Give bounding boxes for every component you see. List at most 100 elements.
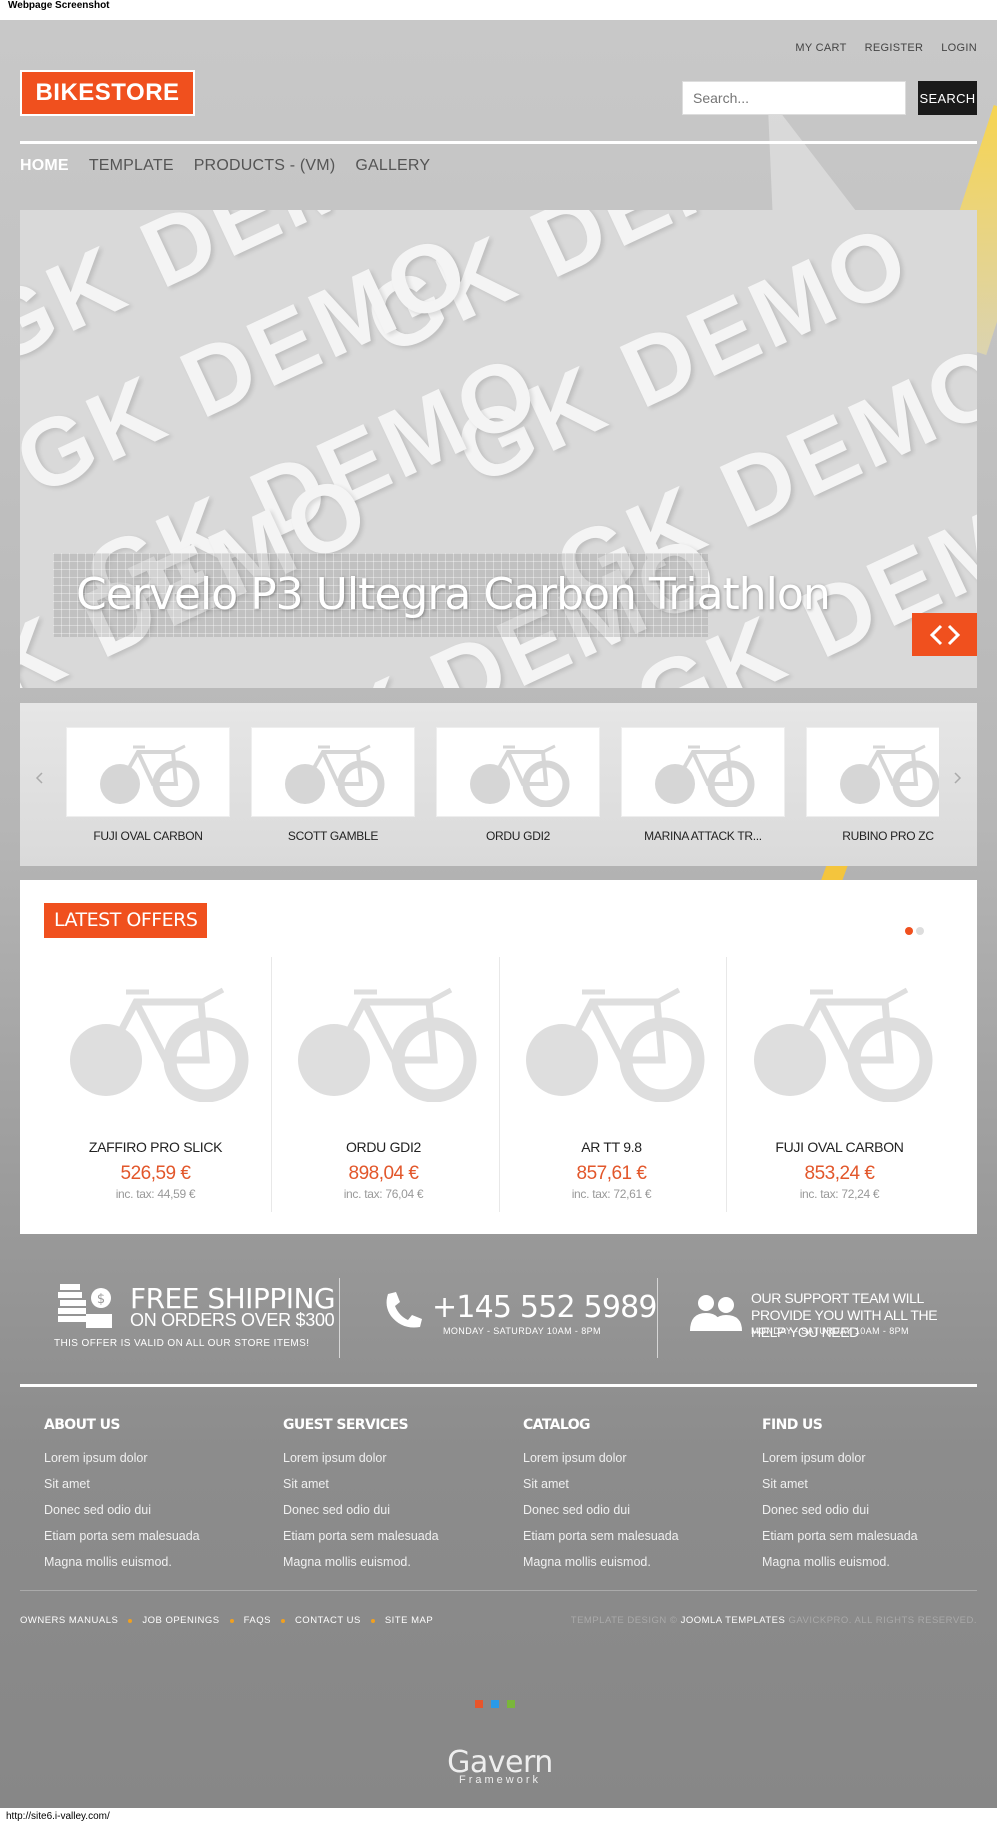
nav-template[interactable]: TEMPLATE bbox=[89, 157, 174, 175]
footer-divider bbox=[20, 1384, 977, 1387]
slide-caption: Cervelo P3 Ultegra Carbon Triathlon bbox=[76, 569, 831, 620]
footer-link[interactable]: Sit amet bbox=[283, 1477, 503, 1493]
nav-products[interactable]: PRODUCTS - (VM) bbox=[194, 157, 336, 175]
bike-icon bbox=[655, 744, 755, 807]
footer-link[interactable]: Etiam porta sem malesuada bbox=[762, 1529, 982, 1545]
footer-link[interactable]: Etiam porta sem malesuada bbox=[523, 1529, 743, 1545]
footer-link[interactable]: Sit amet bbox=[44, 1477, 264, 1493]
style-swatch-blue[interactable] bbox=[491, 1700, 499, 1708]
contact-us-link[interactable]: CONTACT US bbox=[295, 1615, 361, 1626]
product-price: 898,04 € bbox=[348, 1163, 419, 1184]
carousel-next-button[interactable] bbox=[947, 768, 967, 788]
footer-column-about: ABOUT US Lorem ipsum dolor Sit amet Done… bbox=[44, 1417, 264, 1581]
footer-link[interactable]: Donec sed odio dui bbox=[44, 1503, 264, 1519]
copyright-suffix: GAVICKPRO. ALL RIGHTS RESERVED. bbox=[788, 1615, 977, 1626]
pagination-dot[interactable] bbox=[905, 927, 913, 935]
carousel-item[interactable]: FUJI OVAL CARBON bbox=[66, 727, 230, 843]
product-name[interactable]: ORDU GDI2 bbox=[270, 1139, 497, 1155]
product-price: 853,24 € bbox=[804, 1163, 875, 1184]
carousel-item[interactable]: RUBINO PRO ZC bbox=[806, 727, 939, 843]
product-card[interactable]: AR TT 9.8 857,61 € inc. tax: 72,61 € bbox=[498, 957, 725, 1212]
nav-home[interactable]: HOME bbox=[20, 157, 69, 175]
footer-link[interactable]: Lorem ipsum dolor bbox=[44, 1451, 264, 1467]
search-button[interactable]: SEARCH bbox=[918, 81, 977, 115]
product-card[interactable]: ORDU GDI2 898,04 € inc. tax: 76,04 € bbox=[270, 957, 497, 1212]
copyright: TEMPLATE DESIGN © JOOMLA TEMPLATES GAVIC… bbox=[571, 1615, 977, 1626]
footer-link[interactable]: Etiam porta sem malesuada bbox=[44, 1529, 264, 1545]
chevron-left-icon bbox=[35, 772, 43, 784]
divider bbox=[339, 1278, 340, 1358]
bullet bbox=[280, 1618, 285, 1623]
product-name[interactable]: AR TT 9.8 bbox=[498, 1139, 725, 1155]
info-bar: $ FREE SHIPPING ON ORDERS OVER $300 THIS… bbox=[20, 1260, 977, 1360]
product-carousel: FUJI OVAL CARBON SCOTT GAMBLE ORDU GDI2 … bbox=[20, 703, 977, 866]
support-team-icon bbox=[690, 1295, 742, 1331]
bike-icon bbox=[69, 987, 248, 1102]
carousel-item[interactable]: ORDU GDI2 bbox=[436, 727, 600, 843]
footer-link[interactable]: Donec sed odio dui bbox=[283, 1503, 503, 1519]
footer-link[interactable]: Donec sed odio dui bbox=[762, 1503, 982, 1519]
product-thumbnail bbox=[621, 727, 785, 817]
carousel-item[interactable]: SCOTT GAMBLE bbox=[251, 727, 415, 843]
carousel-track: FUJI OVAL CARBON SCOTT GAMBLE ORDU GDI2 … bbox=[66, 727, 939, 852]
product-thumbnail bbox=[806, 727, 939, 817]
framework-logo[interactable]: Gavern Framework bbox=[430, 1745, 570, 1786]
product-card[interactable]: ZAFFIRO PRO SLICK 526,59 € inc. tax: 44,… bbox=[42, 957, 269, 1212]
carousel-item[interactable]: MARINA ATTACK TR... bbox=[621, 727, 785, 843]
footer-link[interactable]: Donec sed odio dui bbox=[523, 1503, 743, 1519]
faqs-link[interactable]: FAQS bbox=[244, 1615, 271, 1626]
footer-link[interactable]: Lorem ipsum dolor bbox=[762, 1451, 982, 1467]
product-image bbox=[498, 957, 725, 1117]
logo-text: BIKESTORE bbox=[35, 79, 180, 106]
top-links: MY CART REGISTER LOGIN bbox=[795, 42, 977, 54]
product-name[interactable]: FUJI OVAL CARBON bbox=[726, 1139, 953, 1155]
hero-slider[interactable]: GK DEMO GK DEMO GK DEMO GK DEMO GK DEMO … bbox=[20, 210, 977, 688]
bike-icon bbox=[525, 987, 704, 1102]
free-shipping-note: THIS OFFER IS VALID ON ALL OUR STORE ITE… bbox=[54, 1338, 310, 1349]
footer-link[interactable]: Etiam porta sem malesuada bbox=[283, 1529, 503, 1545]
slider-nav-button[interactable] bbox=[912, 613, 977, 656]
owners-manuals-link[interactable]: OWNERS MANUALS bbox=[20, 1615, 118, 1626]
joomla-templates-link[interactable]: JOOMLA TEMPLATES bbox=[681, 1615, 786, 1626]
footer-link[interactable]: Lorem ipsum dolor bbox=[523, 1451, 743, 1467]
style-swatch-red[interactable] bbox=[475, 1700, 483, 1708]
product-name[interactable]: ZAFFIRO PRO SLICK bbox=[42, 1139, 269, 1155]
job-openings-link[interactable]: JOB OPENINGS bbox=[142, 1615, 219, 1626]
footer-column-title: CATALOG bbox=[523, 1417, 591, 1433]
footer-link[interactable]: Sit amet bbox=[523, 1477, 743, 1493]
page-url: http://site6.i-valley.com/ bbox=[0, 1808, 997, 1825]
register-link[interactable]: REGISTER bbox=[865, 42, 924, 54]
footer-link[interactable]: Magna mollis euismod. bbox=[283, 1555, 503, 1571]
footer-link[interactable]: Magna mollis euismod. bbox=[762, 1555, 982, 1571]
search-input[interactable] bbox=[682, 81, 906, 115]
style-swatch-green[interactable] bbox=[507, 1700, 515, 1708]
latest-offers: LATEST OFFERS ZAFFIRO PRO SLICK 526,59 €… bbox=[20, 880, 977, 1234]
support-hours: MONDAY - SATURDAY 10AM - 8PM bbox=[751, 1326, 909, 1336]
footer-column-catalog: CATALOG Lorem ipsum dolor Sit amet Donec… bbox=[523, 1417, 743, 1581]
site-logo[interactable]: BIKESTORE bbox=[20, 70, 195, 116]
free-shipping-subtitle: ON ORDERS OVER $300 bbox=[130, 1310, 335, 1330]
product-card[interactable]: FUJI OVAL CARBON 853,24 € inc. tax: 72,2… bbox=[726, 957, 953, 1212]
my-cart-link[interactable]: MY CART bbox=[795, 42, 846, 54]
phone-number[interactable]: +145 552 5989 bbox=[432, 1290, 657, 1325]
carousel-item-label: RUBINO PRO ZC bbox=[842, 829, 934, 843]
product-image bbox=[726, 957, 953, 1117]
section-title: LATEST OFFERS bbox=[44, 903, 208, 938]
product-tax: inc. tax: 44,59 € bbox=[115, 1187, 196, 1201]
footer-column-find-us: FIND US Lorem ipsum dolor Sit amet Donec… bbox=[762, 1417, 982, 1581]
footer-link[interactable]: Magna mollis euismod. bbox=[523, 1555, 743, 1571]
site-map-link[interactable]: SITE MAP bbox=[385, 1615, 433, 1626]
pagination-dot[interactable] bbox=[916, 927, 924, 935]
footer-link[interactable]: Lorem ipsum dolor bbox=[283, 1451, 503, 1467]
login-link[interactable]: LOGIN bbox=[941, 42, 977, 54]
product-tax: inc. tax: 76,04 € bbox=[343, 1187, 424, 1201]
code-arrows-icon bbox=[929, 624, 960, 645]
bullet bbox=[370, 1618, 375, 1623]
page: MY CART REGISTER LOGIN BIKESTORE SEARCH … bbox=[0, 20, 997, 1808]
footer-link[interactable]: Magna mollis euismod. bbox=[44, 1555, 264, 1571]
coins-icon: $ bbox=[58, 1284, 112, 1328]
carousel-prev-button[interactable] bbox=[30, 768, 50, 788]
footer-divider bbox=[20, 1590, 977, 1591]
nav-gallery[interactable]: GALLERY bbox=[355, 157, 430, 175]
footer-link[interactable]: Sit amet bbox=[762, 1477, 982, 1493]
